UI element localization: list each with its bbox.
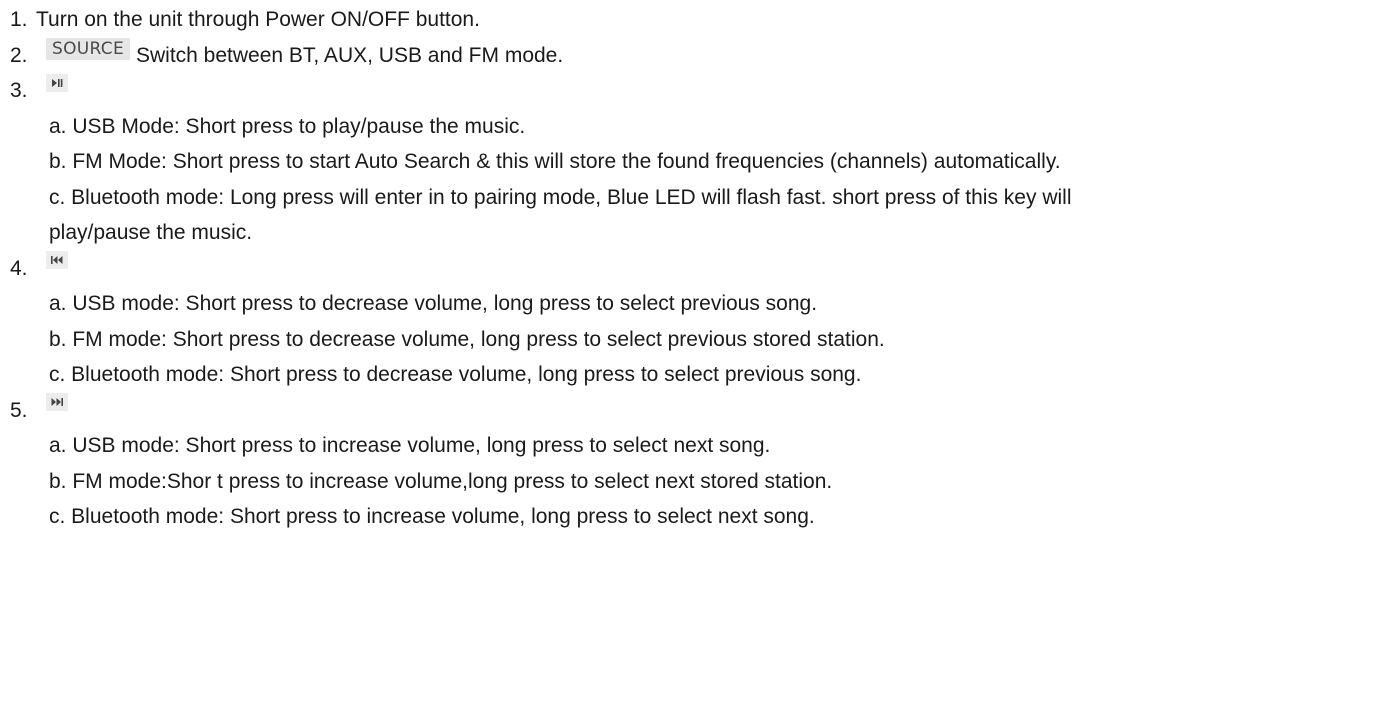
list-number: 3.: [10, 79, 28, 102]
source-button-image: SOURCE: [46, 38, 130, 61]
sub-item: a. USB mode: Short press to decrease vol…: [49, 292, 818, 315]
list-number: 5.: [10, 398, 28, 422]
list-item-1: 1. Turn on the unit through Power ON/OFF…: [10, 2, 1379, 38]
sub-item: b. FM mode: Short press to decrease volu…: [49, 327, 885, 351]
sub-item: a. USB Mode: Short press to play/pause t…: [49, 114, 526, 138]
sub-item: c. Bluetooth mode: Long press will enter…: [49, 185, 1072, 209]
list-item-2: 2. SOURCE Switch between BT, AUX, USB an…: [10, 38, 1379, 74]
list-item-4: 4.: [10, 251, 1379, 287]
instruction-document: 1. Turn on the unit through Power ON/OFF…: [0, 0, 1379, 535]
play-pause-icon: [46, 73, 68, 92]
sub-item: c. Bluetooth mode: Short press to decrea…: [49, 363, 862, 386]
list-item-text: Turn on the unit through Power ON/OFF bu…: [36, 8, 480, 31]
skip-previous-icon: [46, 251, 68, 270]
list-item-5: 5.: [10, 393, 1379, 429]
sub-item: b. FM mode:Shor t press to increase volu…: [49, 469, 833, 493]
list-number: 1.: [10, 8, 28, 31]
list-item-text: Switch between BT, AUX, USB and FM mode.: [136, 43, 564, 67]
sub-item: c. Bluetooth mode: Short press to increa…: [49, 505, 815, 528]
list-number: 4.: [10, 256, 28, 280]
skip-next-icon: [46, 393, 68, 412]
list-number: 2.: [10, 43, 28, 67]
list-item-3: 3.: [10, 73, 1379, 109]
sub-item: a. USB mode: Short press to increase vol…: [49, 434, 771, 457]
sub-item: b. FM Mode: Short press to start Auto Se…: [49, 150, 1061, 173]
sub-item-continuation: play/pause the music.: [49, 221, 253, 244]
